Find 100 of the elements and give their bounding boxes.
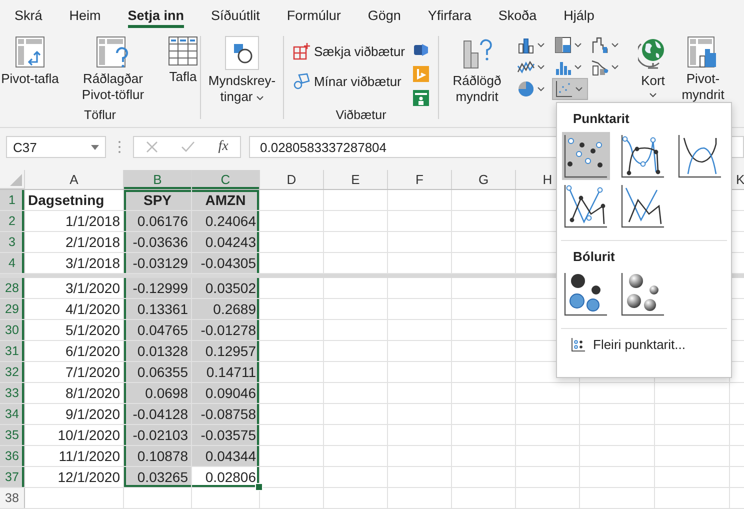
illustrations-button[interactable]: Myndskrey- tingar [204,34,280,105]
get-addins-button[interactable]: Sækja viðbætur [292,40,406,62]
table-button[interactable]: Tafla [161,34,205,85]
my-addins-button[interactable]: Mínar viðbætur [292,70,406,92]
shapes-icon [225,36,259,70]
pivot-chart-icon [687,36,719,68]
row-header[interactable]: 37 [0,467,25,487]
table-cell: -0.08758 [192,404,260,424]
people-chart-icon[interactable] [413,90,430,106]
table-cell: 0.06176 [124,211,192,231]
caret-icon [537,64,545,70]
row-header[interactable]: 29 [0,299,25,319]
scatter-option[interactable] [562,182,610,230]
table-cell: 0.09046 [192,383,260,403]
caret-icon [537,42,545,48]
table-cell: 0.06355 [124,362,192,382]
row-header[interactable]: 33 [0,383,25,403]
column-title: AMZN [192,190,260,210]
line-chart-icon [517,58,535,76]
drag-handle-icon[interactable] [118,140,121,154]
row-header[interactable]: 28 [0,278,25,298]
recommended-pivot-button[interactable]: Ráðlagðar Pivot-töflur [67,34,159,103]
column-header[interactable]: B [124,170,192,189]
row-header[interactable]: 1 [0,190,25,210]
pivot-table-icon [15,36,45,68]
table-cell: 0.14711 [192,362,260,382]
row-header[interactable]: 38 [0,488,25,508]
menu-tab[interactable]: Gögn [354,0,414,30]
chart-type-button[interactable] [552,78,588,100]
table-cell: -0.03129 [124,253,192,273]
menu-tab[interactable]: Heim [56,0,114,30]
menu-tab[interactable]: Formúlur [273,0,354,30]
caret-icon [611,64,619,70]
row-header[interactable]: 31 [0,341,25,361]
column-header[interactable]: G [452,170,516,189]
section-title: Bólurit [572,248,616,266]
row-header[interactable]: 34 [0,404,25,424]
caret-icon [574,42,582,48]
menu-tab[interactable]: Yfirfara [414,0,485,30]
column-header[interactable]: E [324,170,388,189]
waterfall-chart-icon [591,36,609,54]
scatter-option[interactable] [619,182,667,230]
menu-tab[interactable]: Skoða [484,0,550,30]
column-chart-icon [517,36,535,54]
table-cell: -0.04128 [124,404,192,424]
row-header[interactable]: 2 [0,211,25,231]
pie-chart-icon [517,80,535,98]
table-cell: -0.04305 [192,253,260,273]
recommended-charts-button[interactable]: Ráðlögð myndrit [445,34,509,105]
table-cell: 0.04765 [124,320,192,340]
row-header[interactable]: 32 [0,362,25,382]
shapes-outline-icon [292,72,311,90]
group-label: Viðbætur [336,108,386,124]
caret-icon [574,64,582,70]
table-cell: 0.13361 [124,299,192,319]
column-header[interactable]: D [260,170,324,189]
section-title: Punktarit [572,110,630,128]
pivot-chart-button[interactable]: Pivot- myndrit [675,34,731,103]
column-header[interactable]: F [388,170,452,189]
maps-button[interactable]: Kort [633,34,673,98]
diagram-app-icon[interactable] [413,42,430,58]
menu-tab[interactable]: Síðuútlit [198,0,274,30]
row-header[interactable]: 36 [0,446,25,466]
table-cell: 0.0698 [124,383,192,403]
bubble-option[interactable] [619,270,667,318]
caret-icon [649,92,657,98]
fill-handle[interactable] [255,483,263,491]
column-title: SPY [124,190,192,210]
table-cell: 0.24064 [192,211,260,231]
smooth-markers-icon [621,134,665,178]
caret-icon [575,86,583,92]
menu-tab[interactable]: Skrá [1,0,56,30]
bubble-3d-chart-icon [621,272,665,316]
more-scatter-charts-item[interactable]: Fleiri punktarit... [561,335,696,354]
column-header[interactable]: C [192,170,260,189]
table-cell: -0.03636 [124,232,192,252]
scatter-option[interactable] [562,132,610,180]
dropdown-arrow-icon [91,144,99,150]
scatter-option[interactable] [676,132,724,180]
table-cell: -0.01278 [192,320,260,340]
pivot-table-button[interactable]: Pivot-tafla [0,34,65,87]
bubble-option[interactable] [562,270,610,318]
row-header[interactable]: 35 [0,425,25,445]
row-header[interactable]: 30 [0,320,25,340]
table-cell: 0.2689 [192,299,260,319]
treemap-chart-icon [554,36,572,54]
checkmark-icon[interactable] [180,141,195,153]
scatter-option[interactable] [619,132,667,180]
row-header[interactable]: 4 [0,253,25,273]
name-box[interactable]: C37 [6,136,106,158]
row-header[interactable]: 3 [0,232,25,252]
scatter-chart-icon [555,80,573,98]
combo-chart-icon [591,58,609,76]
scatter-small-icon [571,338,585,352]
menu-tab[interactable]: Setja inn [114,0,198,30]
insert-function-button[interactable]: fx [218,139,228,155]
menu-tab[interactable]: Hjálp [550,0,608,30]
table-cell: 0.04344 [192,446,260,466]
table-cell: 0.03502 [192,278,260,298]
caret-icon [256,94,264,101]
